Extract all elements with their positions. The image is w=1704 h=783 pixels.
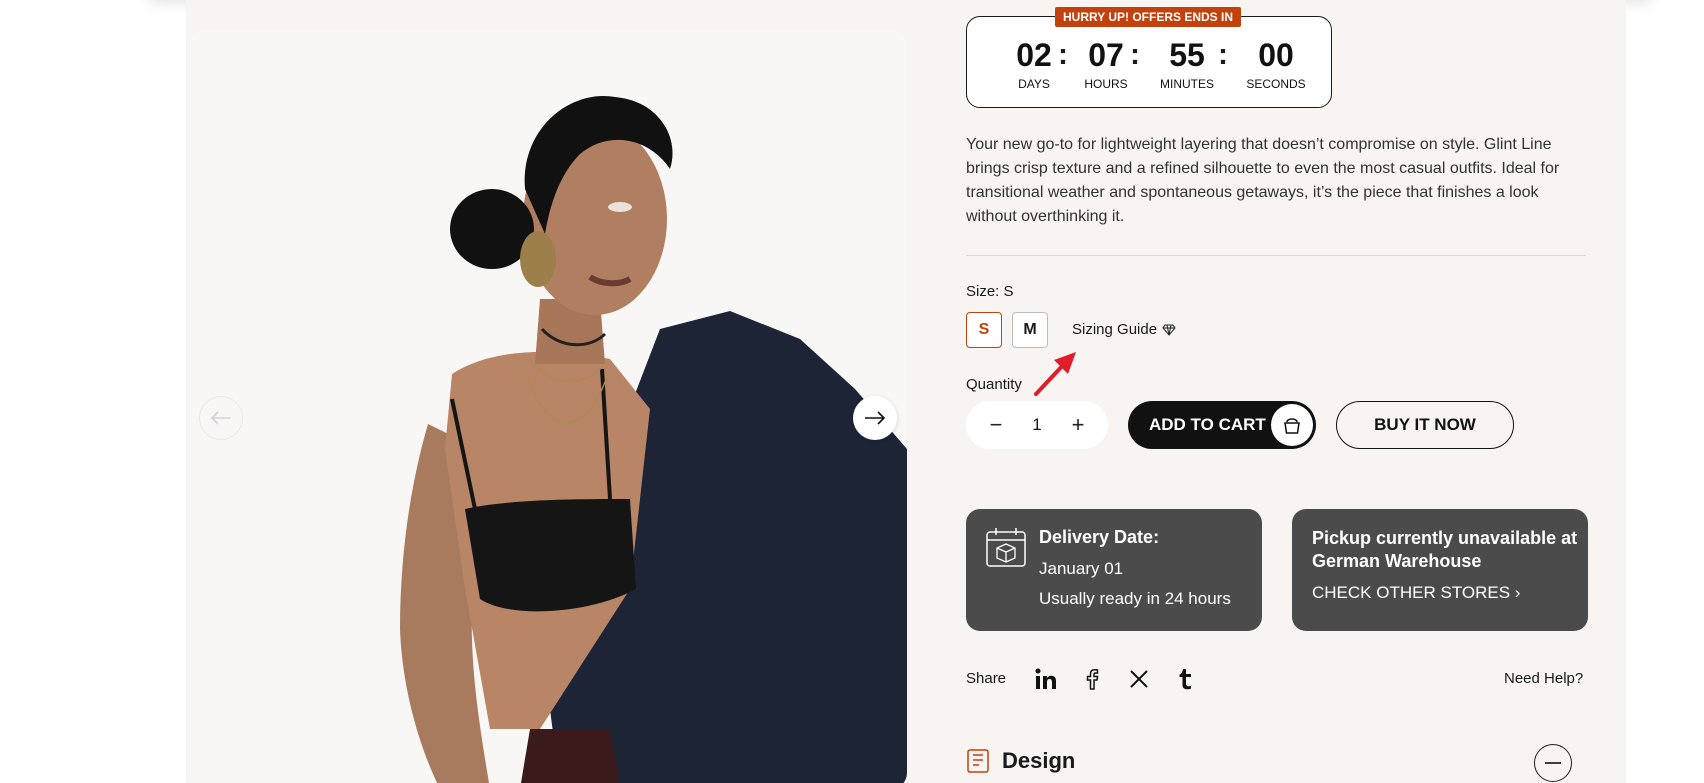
facebook-icon <box>1086 668 1099 690</box>
quantity-value[interactable]: 1 <box>1032 415 1041 435</box>
linkedin-share-button[interactable] <box>1033 666 1059 692</box>
countdown-value: 55 <box>1169 37 1205 73</box>
delivery-title: Delivery Date: <box>1039 527 1160 547</box>
sizing-guide-link[interactable]: Sizing Guide <box>1072 321 1176 338</box>
product-description: Your new go-to for lightweight layering … <box>966 136 1560 225</box>
product-image <box>400 95 907 783</box>
skirt-shape <box>521 729 619 783</box>
design-accordion-toggle[interactable] <box>1534 744 1572 782</box>
quantity-label: Quantity <box>966 376 1022 393</box>
product-page: HURRY UP! OFFERS ENDS IN 02 DAYS : 07 HO… <box>0 0 1704 783</box>
countdown-label: SECONDS <box>1246 77 1306 91</box>
next-image-button[interactable] <box>853 396 897 440</box>
delivery-date: January 01 <box>1039 559 1124 578</box>
buy-it-now-button[interactable]: BUY IT NOW <box>1336 401 1514 449</box>
annotation-arrow-icon <box>1034 352 1076 396</box>
arrow-right-icon <box>865 411 886 425</box>
quantity-stepper: − 1 + <box>966 401 1108 449</box>
countdown-seconds: 00 SECONDS <box>1236 37 1316 91</box>
pickup-title: Pickup currently unavailable at German W… <box>1312 528 1578 571</box>
countdown-minutes: 55 MINUTES <box>1147 37 1227 91</box>
size-label: Size: S <box>966 283 1014 300</box>
cart-icon-circle <box>1271 404 1313 446</box>
bag-icon <box>1284 418 1300 434</box>
minus-icon <box>1545 762 1561 764</box>
pickup-info-card: Pickup currently unavailable at German W… <box>1292 509 1588 631</box>
delivery-info-card: Delivery Date: January 01 Usually ready … <box>966 509 1262 631</box>
size-option-m[interactable]: M <box>1012 312 1048 348</box>
design-accordion-title[interactable]: Design <box>1002 748 1075 774</box>
offer-countdown: HURRY UP! OFFERS ENDS IN 02 DAYS : 07 HO… <box>966 7 1332 108</box>
sizing-guide-label: Sizing Guide <box>1072 321 1158 338</box>
diamond-icon <box>1162 324 1176 336</box>
countdown-separator: : <box>1218 38 1228 71</box>
arrow-left-icon <box>210 411 231 425</box>
design-icon <box>967 749 989 773</box>
tumblr-icon <box>1179 669 1191 690</box>
linkedin-icon <box>1035 668 1056 689</box>
product-image-gallery <box>190 29 907 783</box>
share-label: Share <box>966 670 1007 687</box>
x-icon <box>1130 670 1148 688</box>
add-to-cart-label: ADD TO CART <box>1149 415 1266 434</box>
previous-image-button[interactable] <box>199 396 243 440</box>
facebook-share-button[interactable] <box>1079 666 1105 692</box>
tumblr-share-button[interactable] <box>1172 666 1198 692</box>
countdown-separator: : <box>1130 38 1140 71</box>
countdown-badge: HURRY UP! OFFERS ENDS IN <box>1055 7 1242 27</box>
divider <box>966 255 1586 256</box>
check-other-stores-link[interactable]: CHECK OTHER STORES › <box>1312 583 1520 603</box>
delivery-ready-time: Usually ready in 24 hours <box>1039 589 1231 608</box>
add-to-cart-button[interactable]: ADD TO CART <box>1128 401 1316 449</box>
countdown-value: 00 <box>1258 37 1294 73</box>
countdown-label: HOURS <box>1084 77 1128 91</box>
increase-quantity-button[interactable]: + <box>1066 412 1090 437</box>
crop-top-shape <box>465 499 636 612</box>
countdown-label: MINUTES <box>1160 77 1214 91</box>
decrease-quantity-button[interactable]: − <box>984 412 1008 437</box>
x-share-button[interactable] <box>1126 666 1152 692</box>
size-option-s[interactable]: S <box>966 312 1002 348</box>
earring-shape <box>520 231 556 287</box>
countdown-label: DAYS <box>1018 77 1050 91</box>
need-help-link[interactable]: Need Help? <box>1504 670 1583 687</box>
calendar-box-icon <box>986 528 1026 567</box>
